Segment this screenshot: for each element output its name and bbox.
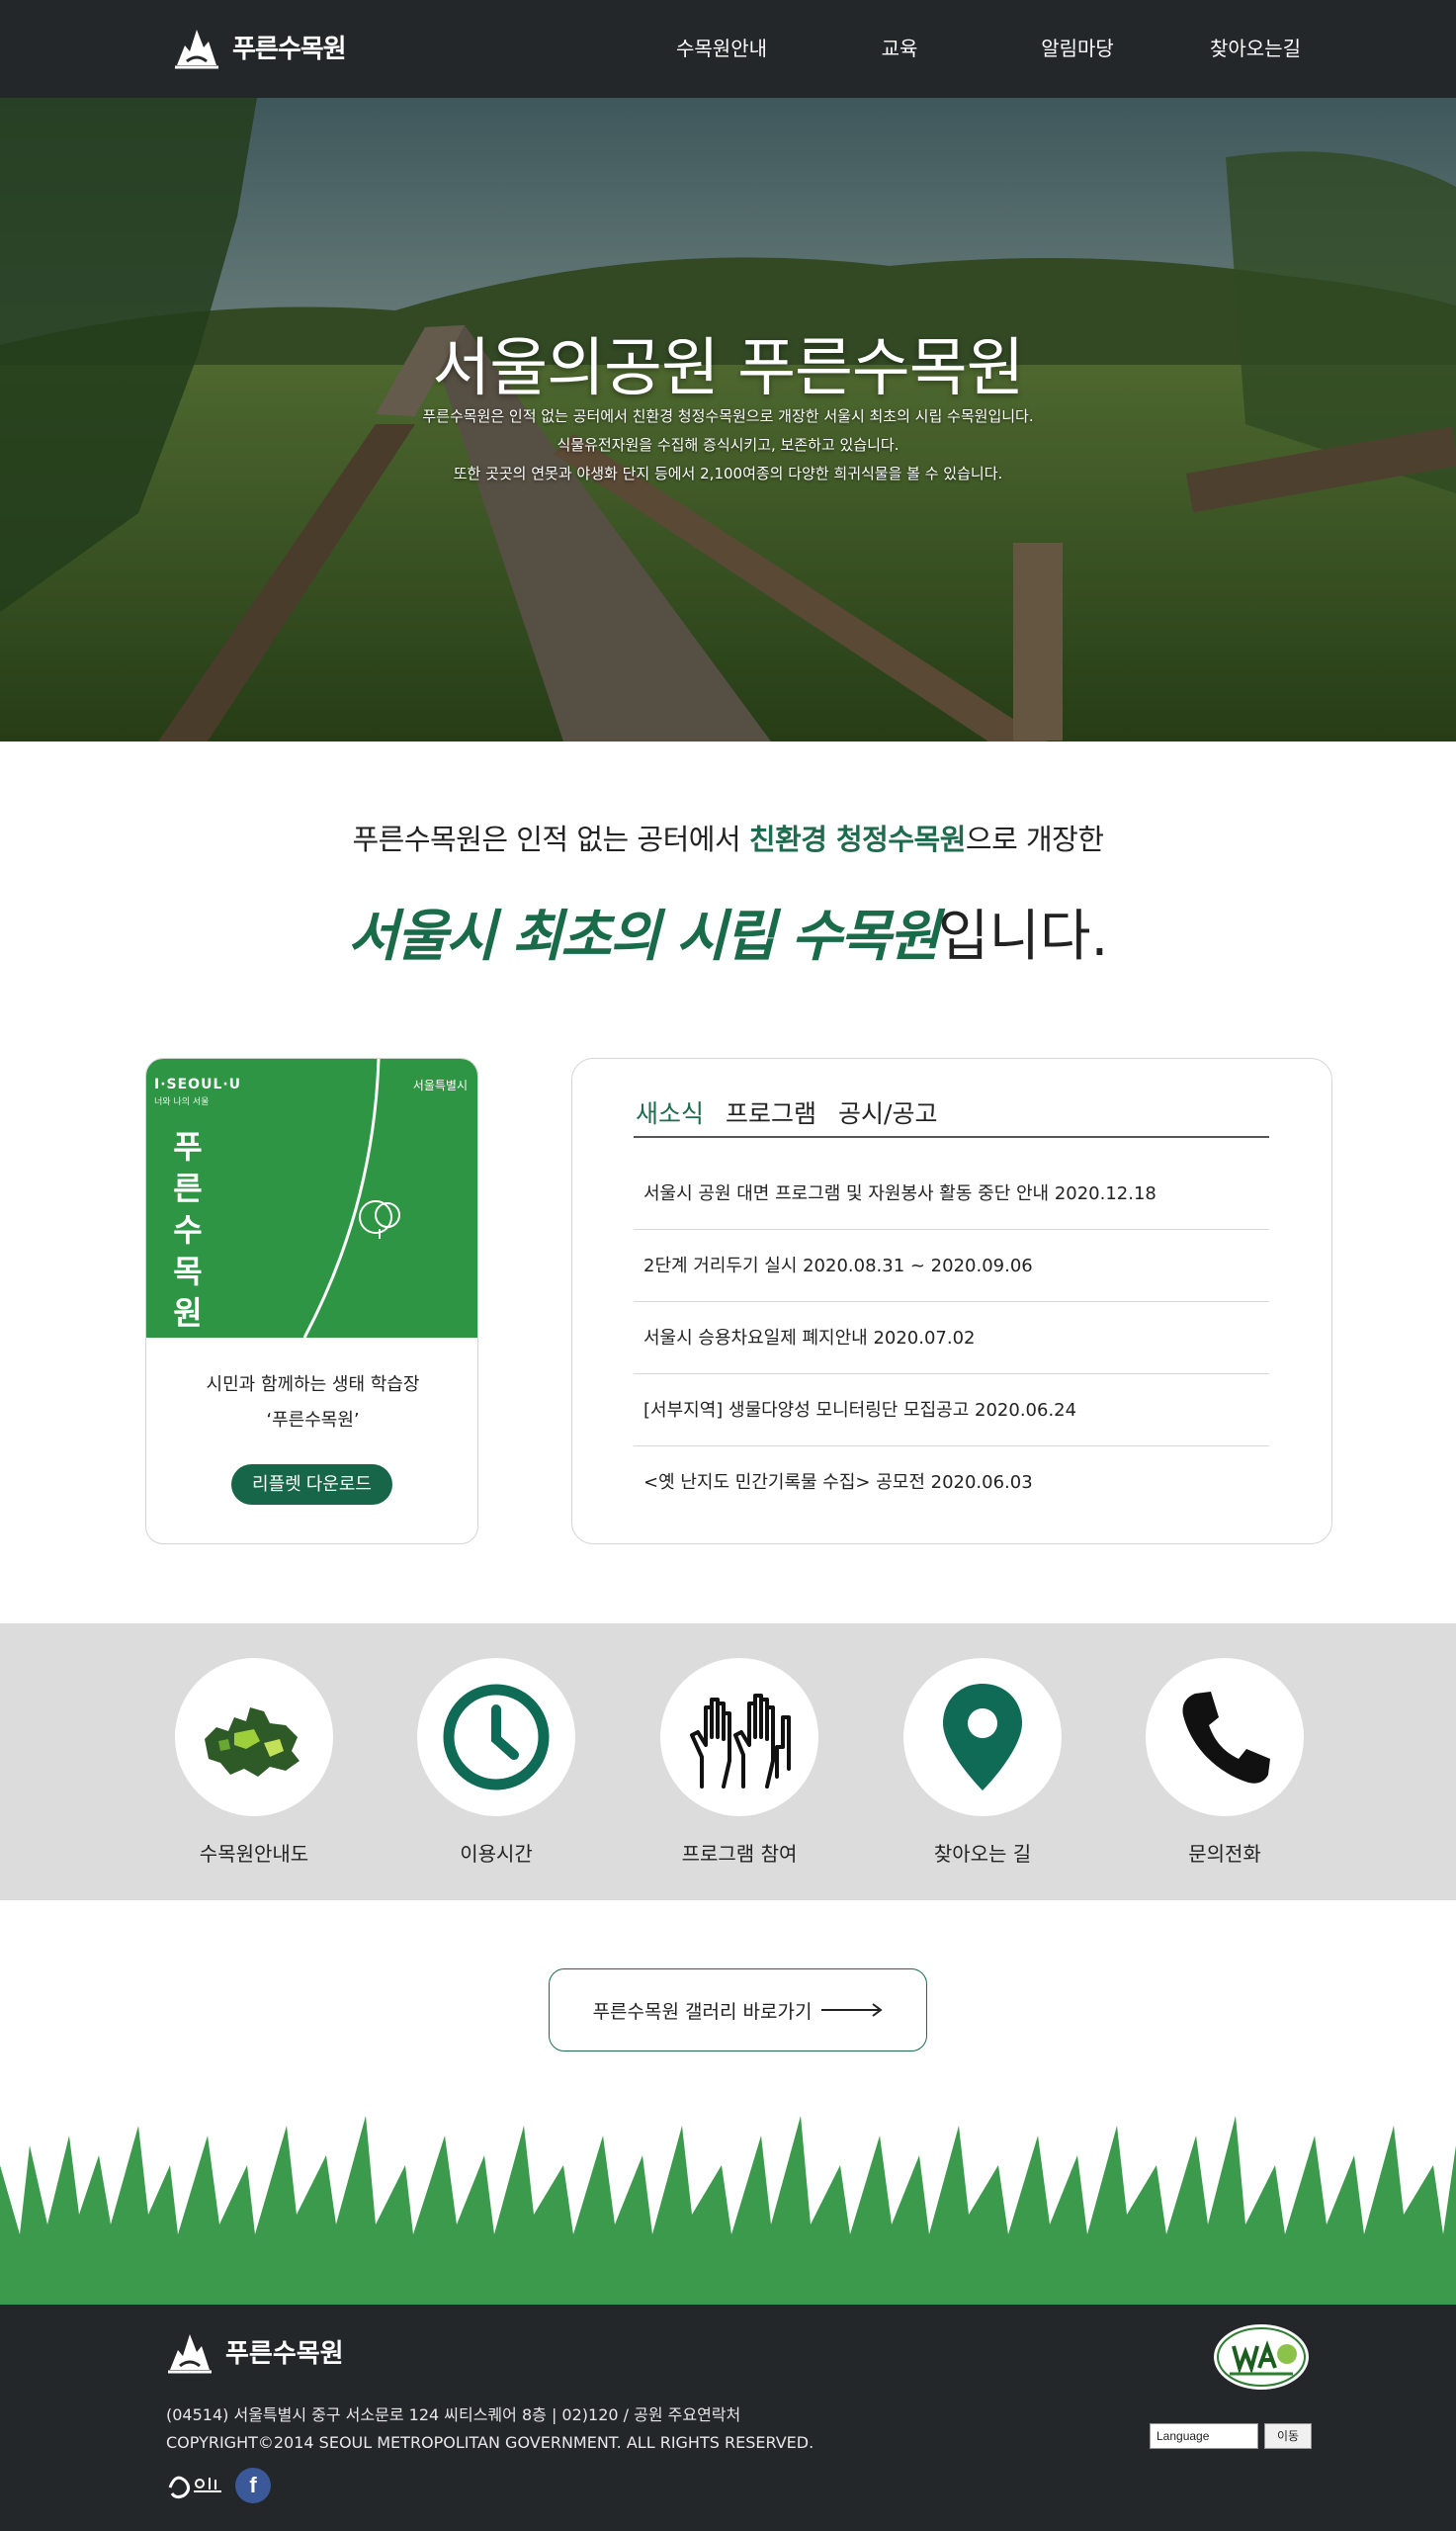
hero-desc-line: 식물유전자원을 수집해 증식시키고, 보존하고 있습니다. bbox=[557, 436, 899, 454]
leaflet-cover-image: I·SEOUL·U 너와 나의 서울 서울특별시 푸른수목원 bbox=[146, 1059, 477, 1338]
map-icon bbox=[205, 1707, 300, 1777]
intro-headline-suffix: 입니다. bbox=[937, 905, 1109, 969]
main-nav: 수목원안내 교육 알림마당 찾아오는길 bbox=[633, 0, 1344, 98]
tab-announcement[interactable]: 공시/공고 bbox=[836, 1098, 939, 1136]
footer-address: (04514) 서울특별시 중구 서소문로 124 씨티스퀘어 8층 | 02)… bbox=[166, 2405, 741, 2424]
site-logo[interactable]: 푸른수목원 bbox=[173, 22, 347, 71]
quick-link-circle bbox=[660, 1658, 818, 1816]
quick-link-label: 수목원안내도 bbox=[199, 1842, 309, 1866]
gallery-link-button[interactable]: 푸른수목원 갤러리 바로가기 bbox=[549, 1968, 927, 2051]
raised-hands-icon bbox=[690, 1694, 791, 1789]
nav-item-education[interactable]: 교육 bbox=[811, 0, 988, 98]
logo-mark-icon bbox=[175, 30, 218, 69]
quick-link-circle bbox=[1146, 1658, 1304, 1816]
intro-line: 푸른수목원은 인적 없는 공터에서 친환경 청정수목원으로 개장한 bbox=[0, 817, 1456, 858]
leaflet-text-line: ‘푸른수목원’ bbox=[266, 1410, 360, 1431]
hero-banner: 서울의공원 푸른수목원 푸른수목원은 인적 없는 공터에서 친환경 청정수목원으… bbox=[0, 98, 1456, 742]
news-item[interactable]: 서울시 승용차요일제 폐지안내 2020.07.02 bbox=[634, 1302, 1269, 1374]
leaflet-text-line: 시민과 함께하는 생태 학습장 bbox=[206, 1374, 420, 1395]
logo-mark-icon bbox=[168, 2334, 212, 2374]
quick-link-label: 이용시간 bbox=[460, 1842, 533, 1866]
footer-copyright: COPYRIGHT©2014 SEOUL METROPOLITAN GOVERN… bbox=[166, 2433, 814, 2452]
facebook-icon[interactable]: f bbox=[235, 2468, 271, 2503]
quick-links: 수목원안내도 이용시간 프로그램 참여 찾아오는 길 문의전화 bbox=[0, 1623, 1456, 1900]
hero-desc-line: 또한 곳곳의 연못과 야생화 단지 등에서 2,100여종의 다양한 희귀식물을… bbox=[453, 465, 1003, 482]
quick-link-label: 찾아오는 길 bbox=[933, 1842, 1032, 1866]
leaflet-brand-sub: 너와 나의 서울 bbox=[154, 1097, 210, 1107]
quick-link-directions[interactable]: 찾아오는 길 bbox=[903, 1658, 1062, 1867]
intro-brush-text: 서울시 최초의 시립 수목원 bbox=[347, 904, 940, 969]
leaflet-description: 시민과 함께하는 생태 학습장 ‘푸른수목원’ bbox=[146, 1367, 477, 1439]
location-pin-icon bbox=[943, 1684, 1022, 1790]
grass-decoration bbox=[0, 2116, 1456, 2305]
quick-link-label: 프로그램 참여 bbox=[681, 1842, 798, 1866]
quick-link-map[interactable]: 수목원안내도 bbox=[175, 1658, 333, 1867]
quick-link-hours[interactable]: 이용시간 bbox=[417, 1658, 575, 1867]
footer-social: f bbox=[166, 2468, 271, 2503]
leaflet-vertical-title: 푸른수목원 bbox=[173, 1128, 203, 1332]
news-list: 서울시 공원 대면 프로그램 및 자원봉사 활동 중단 안내 2020.12.1… bbox=[634, 1158, 1269, 1519]
leaflet-brand: I·SEOUL·U bbox=[154, 1077, 242, 1092]
site-footer: 푸른수목원 (04514) 서울특별시 중구 서소문로 124 씨티스퀘어 8층… bbox=[0, 2305, 1456, 2531]
board-tabs: 새소식 프로그램 공시/공고 bbox=[634, 1098, 1269, 1138]
quick-link-program[interactable]: 프로그램 참여 bbox=[660, 1658, 818, 1867]
leaflet-card: I·SEOUL·U 너와 나의 서울 서울특별시 푸른수목원 시민과 함께하는 … bbox=[145, 1058, 478, 1544]
news-item[interactable]: [서부지역] 생물다양성 모니터링단 모집공고 2020.06.24 bbox=[634, 1374, 1269, 1446]
site-header: 푸른수목원 수목원안내 교육 알림마당 찾아오는길 bbox=[0, 0, 1456, 98]
quick-link-circle bbox=[903, 1658, 1062, 1816]
tab-news[interactable]: 새소식 bbox=[634, 1098, 706, 1136]
logo-text: 푸른수목원 bbox=[232, 34, 347, 64]
hero-description: 푸른수목원은 인적 없는 공터에서 친환경 청정수목원으로 개장한 서울시 최초… bbox=[0, 402, 1456, 488]
gallery-link-label: 푸른수목원 갤러리 바로가기 bbox=[592, 2000, 813, 2023]
clock-icon bbox=[443, 1684, 550, 1790]
quick-link-circle bbox=[417, 1658, 575, 1816]
web-accessibility-badge-icon bbox=[1214, 2324, 1309, 2390]
news-item[interactable]: 2단계 거리두기 실시 2020.08.31 ~ 2020.09.06 bbox=[634, 1230, 1269, 1302]
intro-text: 으로 개장한 bbox=[965, 823, 1104, 856]
intro-highlight: 친환경 청정수목원 bbox=[748, 823, 967, 856]
quick-link-phone[interactable]: 문의전화 bbox=[1146, 1658, 1304, 1867]
intro-headline: 서울시 최초의 시립 수목원입니다. bbox=[0, 892, 1456, 972]
arrow-right-icon bbox=[821, 2003, 884, 2017]
nav-item-guide[interactable]: 수목원안내 bbox=[633, 0, 811, 98]
hero-desc-line: 푸른수목원은 인적 없는 공터에서 친환경 청정수목원으로 개장한 서울시 최초… bbox=[422, 407, 1034, 425]
language-select[interactable]: Language bbox=[1150, 2423, 1258, 2449]
seoul-brand-icon[interactable] bbox=[166, 2468, 225, 2503]
footer-logo-text: 푸른수목원 bbox=[225, 2338, 344, 2369]
nav-item-directions[interactable]: 찾아오는길 bbox=[1166, 0, 1344, 98]
leaflet-download-button[interactable]: 리플렛 다운로드 bbox=[231, 1464, 392, 1505]
tab-program[interactable]: 프로그램 bbox=[724, 1098, 818, 1136]
nav-item-notice[interactable]: 알림마당 bbox=[988, 0, 1166, 98]
hero-title: 서울의공원 푸른수목원 bbox=[432, 332, 1024, 405]
quick-link-label: 문의전화 bbox=[1188, 1842, 1261, 1866]
news-board: 새소식 프로그램 공시/공고 서울시 공원 대면 프로그램 및 자원봉사 활동 … bbox=[571, 1058, 1332, 1544]
leaflet-city: 서울특별시 bbox=[412, 1079, 468, 1092]
news-item[interactable]: <옛 난지도 민간기록물 수집> 공모전 2020.06.03 bbox=[634, 1446, 1269, 1519]
news-item[interactable]: 서울시 공원 대면 프로그램 및 자원봉사 활동 중단 안내 2020.12.1… bbox=[634, 1158, 1269, 1230]
footer-logo[interactable]: 푸른수목원 bbox=[166, 2326, 344, 2376]
phone-icon bbox=[1182, 1692, 1270, 1784]
language-go-button[interactable]: 이동 bbox=[1264, 2423, 1312, 2449]
quick-link-circle bbox=[175, 1658, 333, 1816]
intro-text: 푸른수목원은 인적 없는 공터에서 bbox=[352, 823, 749, 856]
